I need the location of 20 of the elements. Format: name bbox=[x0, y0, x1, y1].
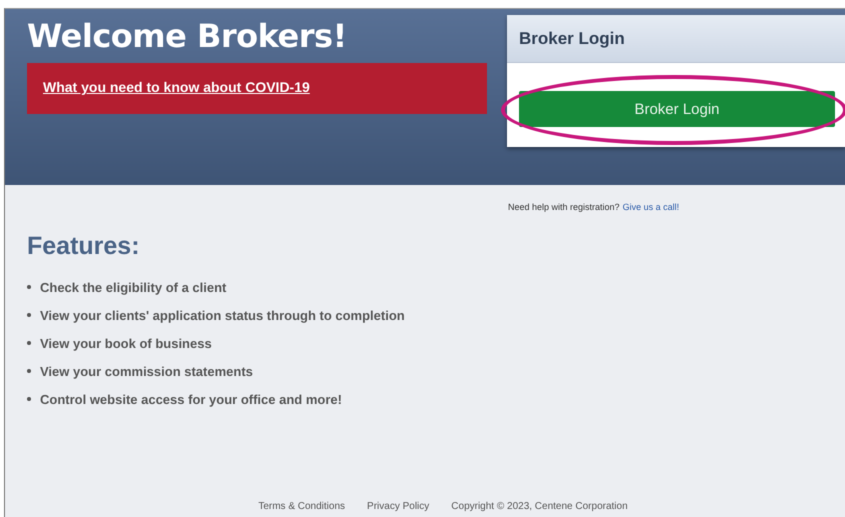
bullet-icon bbox=[27, 341, 31, 345]
call-link[interactable]: Give us a call! bbox=[622, 202, 680, 212]
feature-item: View your clients' application status through to completion bbox=[40, 308, 405, 322]
bullet-icon bbox=[27, 313, 31, 317]
feature-item: View your commission statements bbox=[40, 364, 253, 378]
copyright-text: Copyright © 2023, Centene Corporation bbox=[451, 501, 628, 512]
footer-link[interactable]: Privacy Policy bbox=[367, 501, 430, 512]
welcome-title: Welcome Brokers! bbox=[27, 17, 348, 55]
feature-item: Control website access for your office and more! bbox=[40, 392, 342, 406]
bullet-icon bbox=[27, 369, 31, 373]
feature-item: Check the eligibility of a client bbox=[40, 280, 226, 294]
features-title: Features: bbox=[27, 232, 141, 261]
covid-info-link[interactable]: What you need to know about COVID-19 bbox=[43, 79, 310, 95]
login-button[interactable]: Broker Login bbox=[519, 91, 835, 127]
help-text: Need help with registration? bbox=[508, 202, 620, 212]
footer-link[interactable]: Terms & Conditions bbox=[258, 501, 346, 512]
feature-item: View your book of business bbox=[40, 336, 212, 350]
bullet-icon bbox=[27, 397, 31, 401]
card-title: Broker Login bbox=[519, 28, 625, 48]
bullet-icon bbox=[27, 285, 31, 289]
